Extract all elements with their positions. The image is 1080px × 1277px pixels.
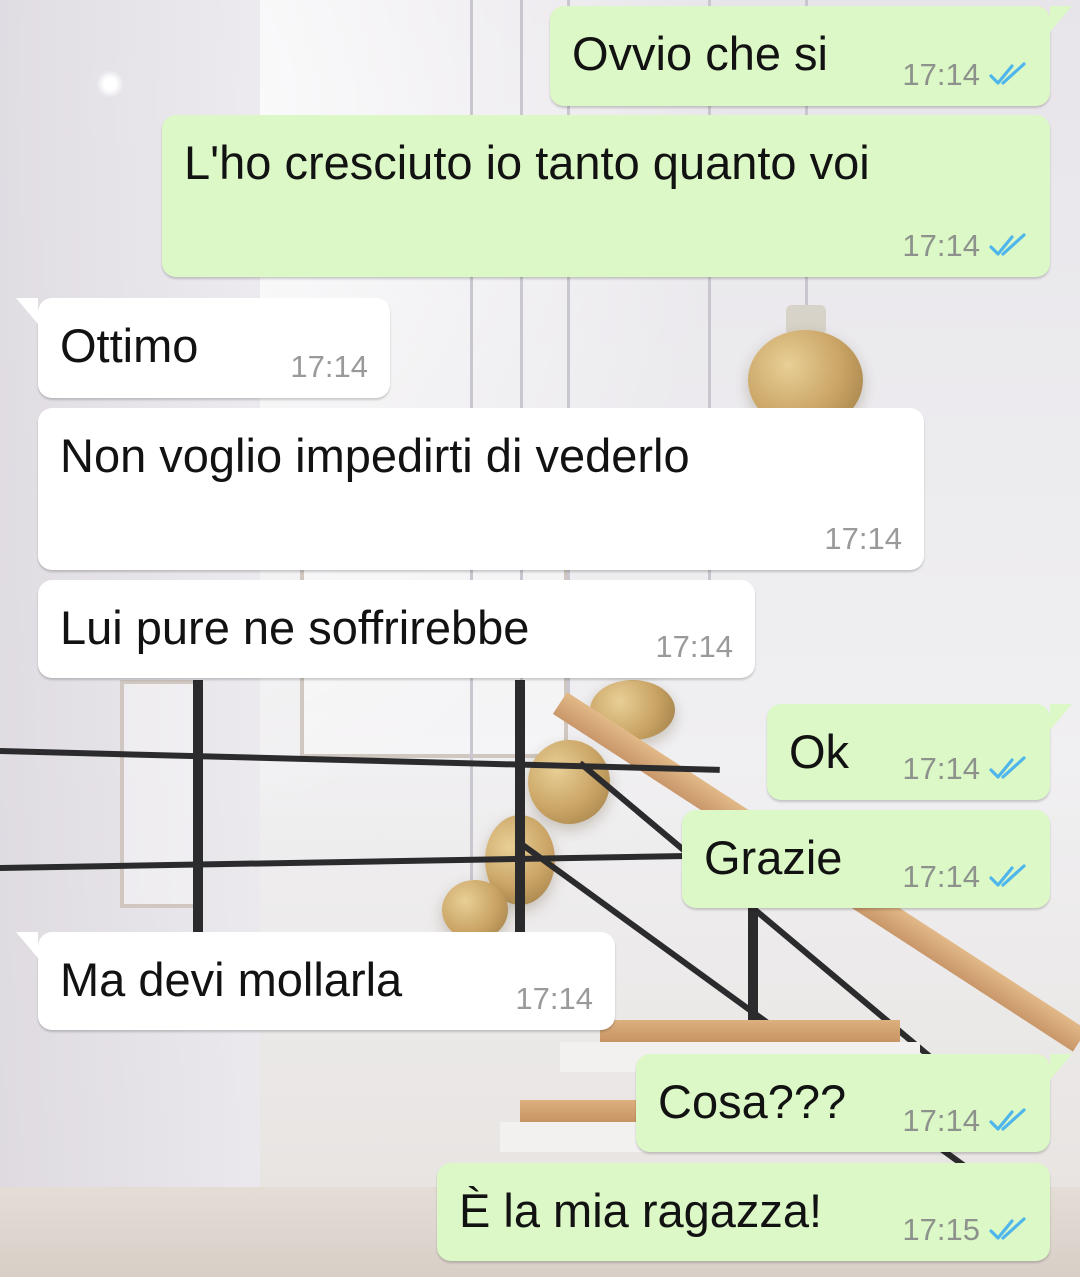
message-text: È la mia ragazza! xyxy=(459,1184,823,1237)
incoming-message[interactable]: Ma devi mollarla 17:14 xyxy=(16,932,615,1030)
message-time: 17:14 xyxy=(902,57,980,92)
outgoing-message[interactable]: Ok 17:14 xyxy=(767,704,1072,800)
message-time: 17:14 xyxy=(655,629,733,664)
message-meta: 17:14 xyxy=(824,522,902,556)
bubble-tail xyxy=(1050,1054,1072,1080)
message-time: 17:14 xyxy=(824,521,902,556)
outgoing-message[interactable]: L'ho cresciuto io tanto quanto voi 17:14 xyxy=(162,115,1050,277)
outgoing-message[interactable]: È la mia ragazza! 17:15 xyxy=(437,1163,1050,1261)
message-meta: 17:14 xyxy=(515,982,593,1016)
outgoing-message[interactable]: Grazie 17:14 xyxy=(682,810,1050,908)
message-meta: 17:14 xyxy=(902,58,1028,92)
incoming-message[interactable]: Lui pure ne soffrirebbe 17:14 xyxy=(38,580,755,678)
incoming-message[interactable]: Non voglio impedirti di vederlo 17:14 xyxy=(38,408,924,570)
message-meta: 17:14 xyxy=(902,229,1028,263)
bubble-tail xyxy=(1050,6,1072,32)
message-time: 17:15 xyxy=(902,1212,980,1247)
message-text: Non voglio impedirti di vederlo xyxy=(60,429,690,482)
message-time: 17:14 xyxy=(515,981,593,1016)
outgoing-message[interactable]: Cosa??? 17:14 xyxy=(636,1054,1072,1152)
message-time: 17:14 xyxy=(902,751,980,786)
message-meta: 17:14 xyxy=(902,860,1028,894)
read-ticks-icon xyxy=(989,756,1026,779)
message-text: Ottimo xyxy=(60,319,199,372)
message-meta: 17:14 xyxy=(902,752,1028,786)
bubble-tail xyxy=(16,298,38,324)
bubble-tail xyxy=(16,932,38,958)
message-meta: 17:14 xyxy=(902,1104,1028,1138)
message-text: Cosa??? xyxy=(658,1075,847,1128)
message-meta: 17:15 xyxy=(902,1213,1028,1247)
message-text: Lui pure ne soffrirebbe xyxy=(60,601,530,654)
message-text: Grazie xyxy=(704,831,843,884)
read-ticks-icon xyxy=(989,62,1026,85)
message-meta: 17:14 xyxy=(655,630,733,664)
message-meta: 17:14 xyxy=(290,350,368,384)
read-ticks-icon xyxy=(989,1108,1026,1131)
message-time: 17:14 xyxy=(902,228,980,263)
message-time: 17:14 xyxy=(902,1103,980,1138)
message-list: Ovvio che si 17:14 L'ho cresciuto io tan… xyxy=(0,0,1080,1277)
bubble-tail xyxy=(1050,704,1072,730)
message-text: Ok xyxy=(789,725,850,778)
message-time: 17:14 xyxy=(290,349,368,384)
message-text: Ma devi mollarla xyxy=(60,953,403,1006)
read-ticks-icon xyxy=(989,864,1026,887)
message-time: 17:14 xyxy=(902,859,980,894)
message-text: Ovvio che si xyxy=(572,27,828,80)
incoming-message[interactable]: Ottimo 17:14 xyxy=(16,298,390,398)
read-ticks-icon xyxy=(989,1217,1026,1240)
outgoing-message[interactable]: Ovvio che si 17:14 xyxy=(550,6,1072,106)
message-text: L'ho cresciuto io tanto quanto voi xyxy=(184,136,870,189)
read-ticks-icon xyxy=(989,233,1026,256)
